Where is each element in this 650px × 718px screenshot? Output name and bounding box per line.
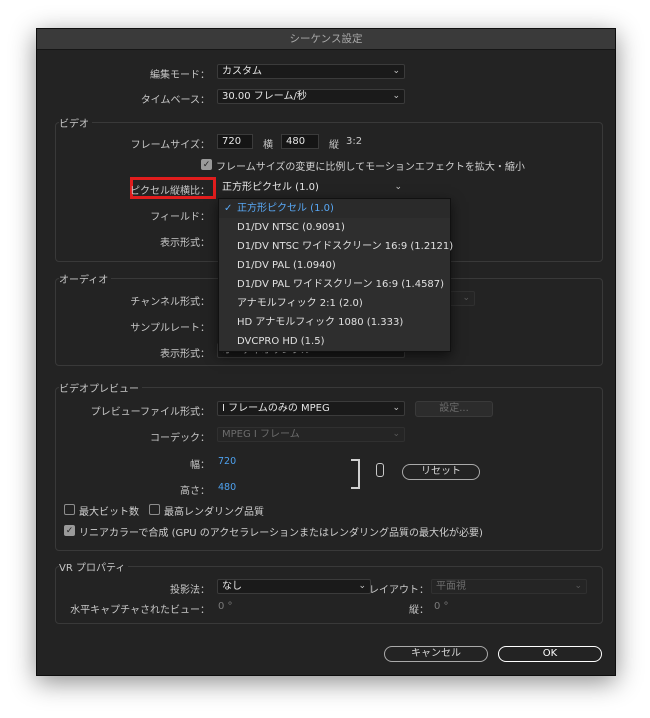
reset-button[interactable]: リセット — [402, 464, 480, 480]
audio-group-title: オーディオ — [59, 271, 112, 286]
pixel-aspect-option[interactable]: DVCPRO HD (1.5) — [219, 332, 450, 351]
scale-motion-checkbox[interactable]: ✓ — [201, 159, 212, 170]
audio-display-format-label: 表示形式： — [160, 349, 210, 360]
projection-select[interactable]: なし ⌄ — [217, 579, 371, 594]
vr-vertical-label: 縦： — [409, 605, 429, 616]
aspect-ratio-text: 3:2 — [346, 136, 363, 147]
chevron-down-icon: ⌄ — [462, 293, 470, 303]
chevron-down-icon: ⌄ — [392, 429, 400, 439]
vr-vertical-value: 0 ° — [434, 601, 449, 612]
max-render-quality-checkbox[interactable] — [149, 504, 160, 515]
layout-value: 平面視 — [436, 581, 466, 592]
chevron-down-icon: ⌄ — [392, 403, 400, 413]
preview-width-value[interactable]: 720 — [218, 456, 236, 467]
channel-format-select[interactable]: ⌄ — [449, 291, 475, 306]
linear-color-checkbox[interactable]: ✓ — [64, 525, 75, 536]
edit-mode-label: 編集モード： — [150, 70, 210, 81]
option-label: HD アナモルフィック 1080 (1.333) — [237, 317, 404, 328]
preview-file-format-select[interactable]: I フレームのみの MPEG ⌄ — [217, 401, 405, 416]
pixel-aspect-value: 正方形ピクセル (1.0) — [222, 182, 319, 193]
display-format-label: 表示形式： — [160, 238, 210, 249]
max-render-quality-label: 最高レンダリング品質 — [164, 507, 264, 518]
frame-height-input[interactable]: 480 — [281, 134, 319, 149]
option-label: D1/DV NTSC (0.9091) — [237, 222, 345, 233]
option-label: D1/DV NTSC ワイドスクリーン 16:9 (1.2121) — [237, 241, 454, 252]
option-label: D1/DV PAL ワイドスクリーン 16:9 (1.4587) — [237, 279, 445, 290]
frame-size-label: フレームサイズ： — [130, 140, 210, 151]
linear-color-label: リニアカラーで合成 (GPU のアクセラレーションまたはレンダリング品質の最大化… — [79, 528, 483, 539]
checkmark-icon: ✓ — [224, 203, 233, 214]
chain-link-icon[interactable] — [376, 463, 384, 477]
cancel-button[interactable]: キャンセル — [384, 646, 488, 662]
pixel-aspect-option[interactable]: HD アナモルフィック 1080 (1.333) — [219, 313, 450, 332]
sample-rate-label: サンプルレート： — [130, 323, 210, 334]
option-label: アナモルフィック 2:1 (2.0) — [237, 298, 363, 309]
chevron-down-icon: ⌄ — [574, 581, 582, 591]
h-view-value: 0 ° — [218, 601, 233, 612]
scale-motion-label: フレームサイズの変更に比例してモーションエフェクトを拡大・縮小 — [216, 162, 525, 173]
projection-value: なし — [222, 581, 242, 592]
max-bit-depth-checkbox[interactable] — [64, 504, 75, 515]
preview-file-format-label: プレビューファイル形式： — [90, 407, 210, 418]
pixel-aspect-option[interactable]: アナモルフィック 2:1 (2.0) — [219, 294, 450, 313]
option-label: D1/DV PAL (1.0940) — [237, 260, 336, 271]
chevron-down-icon: ⌄ — [392, 91, 400, 101]
codec-label: コーデック： — [150, 433, 210, 444]
pixel-aspect-option[interactable]: D1/DV NTSC ワイドスクリーン 16:9 (1.2121) — [219, 237, 454, 256]
timebase-label: タイムベース： — [140, 95, 210, 106]
pixel-aspect-option[interactable]: D1/DV PAL ワイドスクリーン 16:9 (1.4587) — [219, 275, 450, 294]
chevron-down-icon: ⌄ — [394, 182, 402, 192]
h-view-label: 水平キャプチャされたビュー： — [70, 605, 210, 616]
pixel-aspect-dropdown: ✓ 正方形ピクセル (1.0) D1/DV NTSC (0.9091) D1/DV… — [218, 198, 454, 352]
ok-button[interactable]: OK — [498, 646, 602, 662]
option-label: DVCPRO HD (1.5) — [237, 336, 325, 347]
edit-mode-value: カスタム — [222, 66, 262, 77]
video-preview-group-title: ビデオプレビュー — [59, 380, 142, 395]
preview-height-label: 高さ： — [180, 486, 210, 497]
timebase-select[interactable]: 30.00 フレーム/秒 ⌄ — [217, 89, 405, 104]
chevron-down-icon: ⌄ — [392, 66, 400, 76]
codec-value: MPEG I フレーム — [222, 429, 300, 440]
channel-format-label: チャンネル形式： — [130, 297, 210, 308]
window-title: シーケンス設定 — [37, 29, 615, 50]
layout-label: レイアウト： — [369, 585, 429, 596]
pixel-aspect-option[interactable]: D1/DV NTSC (0.9091) — [219, 218, 450, 237]
chevron-down-icon: ⌄ — [358, 581, 366, 591]
horizontal-label: 横 — [263, 140, 273, 151]
preview-height-value[interactable]: 480 — [218, 482, 236, 493]
timebase-value: 30.00 フレーム/秒 — [222, 91, 307, 102]
link-bracket — [351, 459, 360, 489]
preview-file-format-value: I フレームのみの MPEG — [222, 403, 330, 414]
settings-button[interactable]: 設定... — [415, 401, 493, 417]
pixel-aspect-label: ピクセル縦横比： — [130, 186, 210, 197]
vertical-label: 縦 — [329, 140, 339, 151]
codec-select[interactable]: MPEG I フレーム ⌄ — [217, 427, 405, 442]
frame-width-input[interactable]: 720 — [217, 134, 253, 149]
layout-select[interactable]: 平面視 ⌄ — [431, 579, 587, 594]
pixel-aspect-option[interactable]: ✓ 正方形ピクセル (1.0) — [219, 199, 450, 218]
edit-mode-select[interactable]: カスタム ⌄ — [217, 64, 405, 79]
pixel-aspect-select[interactable]: 正方形ピクセル (1.0) ⌄ — [217, 180, 407, 195]
sequence-settings-dialog: シーケンス設定 編集モード： カスタム ⌄ タイムベース： 30.00 フレーム/… — [36, 28, 616, 676]
preview-width-label: 幅： — [190, 460, 210, 471]
pixel-aspect-option[interactable]: D1/DV PAL (1.0940) — [219, 256, 450, 275]
max-bit-depth-label: 最大ビット数 — [79, 507, 139, 518]
projection-label: 投影法： — [170, 585, 210, 596]
fields-label: フィールド： — [150, 212, 210, 223]
vr-group-title: VR プロパティ — [59, 559, 129, 574]
video-group-title: ビデオ — [59, 115, 92, 130]
option-label: 正方形ピクセル (1.0) — [237, 203, 334, 214]
